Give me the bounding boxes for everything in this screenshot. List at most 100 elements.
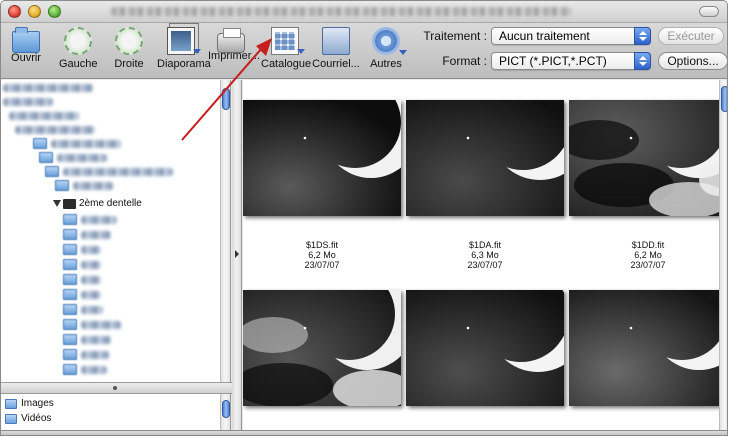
disclosure-triangle-icon[interactable] [53, 200, 61, 207]
open-button[interactable]: Ouvrir [9, 27, 43, 64]
mail-label: Courriel... [312, 58, 360, 70]
places-scrollbar[interactable] [220, 394, 230, 430]
tree-item[interactable] [57, 319, 177, 331]
collapse-arrow-icon[interactable] [235, 250, 239, 258]
toolbar-toggle-button[interactable] [699, 6, 719, 17]
rotate-left-button[interactable]: Gauche [59, 27, 98, 70]
folder-icon [63, 319, 77, 330]
folder-icon [63, 229, 77, 240]
tree-item[interactable] [57, 349, 177, 361]
tree-item[interactable] [57, 289, 177, 301]
tree-item[interactable] [57, 334, 177, 346]
thumbnail-3[interactable] [569, 100, 727, 216]
minimize-window-button[interactable] [28, 5, 41, 18]
folder-icon [63, 364, 77, 375]
thumbnail-caption: $1DS.fit 6,2 Mo 23/07/07 [243, 240, 401, 270]
thumbnail-2[interactable] [406, 100, 564, 216]
catalog-label: Catalogue [261, 58, 312, 70]
thumbnail-6[interactable] [569, 290, 727, 406]
vertical-splitter[interactable] [232, 80, 242, 430]
app-window: Ouvrir Gauche Droite Diaporama Imprimer.… [0, 0, 728, 436]
folder-icon [63, 334, 77, 345]
format-label: Format : [442, 54, 487, 68]
tree-item[interactable] [15, 124, 135, 136]
blurred-label [73, 182, 113, 190]
blurred-label [81, 261, 101, 269]
thumbnail-1[interactable] [243, 100, 401, 216]
moon-image [243, 100, 401, 216]
thumbnail-4[interactable] [243, 290, 401, 406]
catalog-button[interactable]: Catalogue [261, 27, 312, 70]
tree-item[interactable] [25, 138, 145, 150]
pane-splitter[interactable] [1, 382, 232, 394]
treatment-label: Traitement : [423, 29, 487, 43]
select-arrows-icon [634, 27, 651, 45]
slideshow-button[interactable]: Diaporama [157, 27, 211, 70]
mail-button[interactable]: Courriel... [312, 27, 360, 70]
rotate-right-label: Droite [114, 58, 144, 70]
rotate-right-icon [115, 27, 143, 55]
folder-icon [63, 274, 77, 285]
splitter-grip-icon [113, 386, 117, 390]
gear-icon [372, 27, 407, 55]
tree-item[interactable] [57, 214, 177, 226]
treatment-select[interactable]: Aucun traitement [491, 27, 651, 45]
file-date: 23/07/07 [304, 260, 340, 270]
more-button[interactable]: Autres [369, 27, 407, 70]
dropdown-arrow-icon [399, 50, 407, 55]
folder-tree[interactable]: 2ème dentelle [1, 80, 231, 382]
file-date: 23/07/07 [467, 260, 503, 270]
tree-item[interactable] [37, 166, 187, 178]
file-size: 6,2 Mo [308, 250, 336, 260]
printer-icon [217, 28, 245, 53]
close-window-button[interactable] [8, 5, 21, 18]
blurred-label [81, 306, 103, 314]
tree-scrollbar[interactable] [220, 80, 230, 382]
blurred-label [81, 336, 111, 344]
places-scroll-thumb[interactable] [222, 400, 230, 418]
tree-item[interactable] [45, 180, 165, 192]
tree-item[interactable] [9, 110, 99, 122]
tree-item[interactable] [57, 259, 177, 271]
browser-scrollbar[interactable] [719, 80, 727, 430]
folder-icon [63, 214, 77, 225]
execute-button[interactable]: Exécuter [658, 27, 724, 45]
tree-item[interactable] [57, 229, 177, 241]
file-name: $1DA.fit [468, 240, 501, 250]
blurred-label [81, 291, 101, 299]
tree-item[interactable] [57, 244, 177, 256]
place-label: Images [21, 398, 54, 409]
tree-item[interactable] [57, 364, 177, 376]
print-button[interactable]: Imprimer... [208, 27, 260, 62]
more-label: Autres [370, 58, 402, 70]
moon-image [569, 100, 727, 216]
folder-icon [63, 199, 76, 209]
dropdown-arrow-icon [297, 49, 305, 54]
tree-item[interactable] [3, 82, 93, 94]
tree-item[interactable] [57, 274, 177, 286]
tree-item[interactable] [3, 96, 63, 108]
format-select[interactable]: PICT (*.PICT,*.PCT) [491, 52, 651, 70]
blurred-label [15, 126, 95, 134]
rotate-right-button[interactable]: Droite [113, 27, 145, 70]
file-date: 23/07/07 [630, 260, 666, 270]
folder-icon [45, 166, 59, 177]
folder-icon [5, 414, 17, 424]
browser-scroll-thumb[interactable] [721, 86, 727, 112]
treatment-value: Aucun traitement [499, 29, 590, 43]
thumbnail-browser[interactable]: $1DS.fit 6,2 Mo 23/07/07 $1DA.fit 6,3 Mo… [243, 80, 727, 430]
folder-icon [63, 244, 77, 255]
zoom-window-button[interactable] [48, 5, 61, 18]
rotate-left-label: Gauche [59, 58, 98, 70]
blurred-label [81, 276, 101, 284]
tree-item[interactable] [57, 304, 177, 316]
tree-item[interactable] [31, 152, 151, 164]
tree-scroll-thumb[interactable] [222, 88, 230, 110]
file-name: $1DS.fit [305, 240, 338, 250]
thumbnail-5[interactable] [406, 290, 564, 406]
options-button[interactable]: Options... [658, 52, 727, 70]
blurred-label [81, 351, 109, 359]
file-size: 6,3 Mo [471, 250, 499, 260]
blurred-label [81, 246, 101, 254]
dropdown-arrow-icon [193, 49, 201, 54]
